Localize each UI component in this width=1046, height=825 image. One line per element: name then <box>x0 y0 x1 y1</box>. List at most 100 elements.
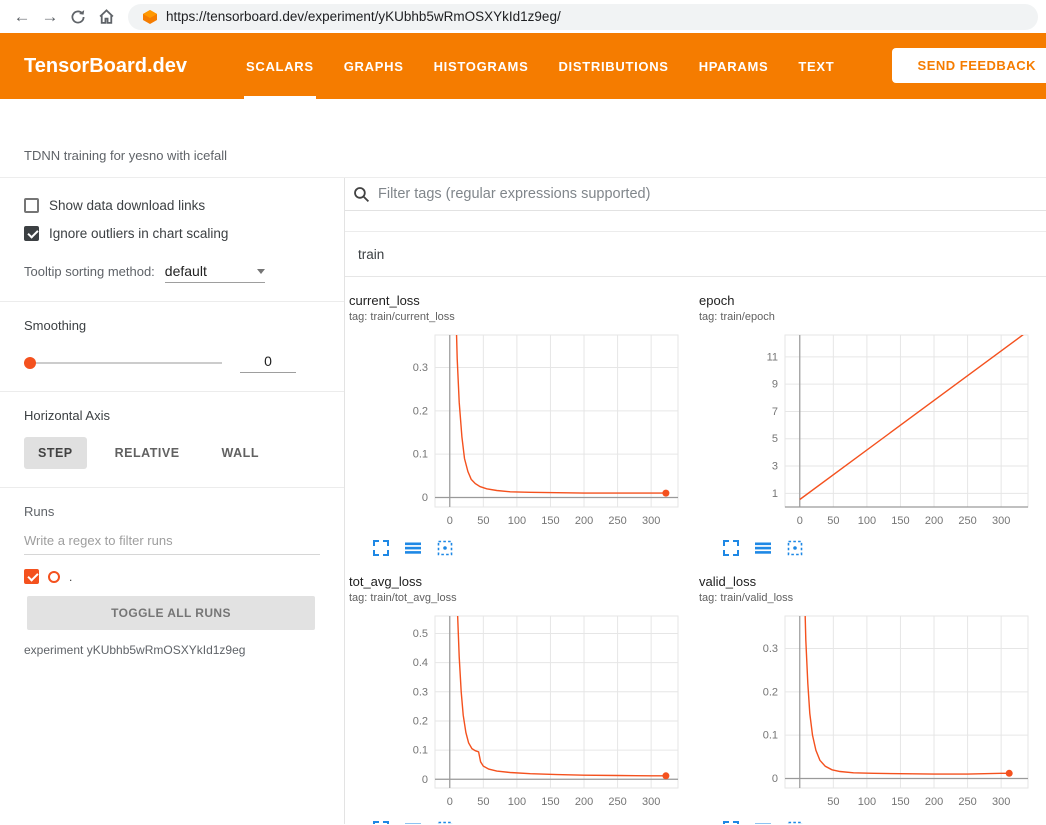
svg-text:100: 100 <box>858 515 876 527</box>
chart-tag: tag: train/current_loss <box>345 308 695 323</box>
search-icon <box>353 186 370 203</box>
svg-text:50: 50 <box>827 796 839 808</box>
svg-text:250: 250 <box>608 796 626 808</box>
tab-hparams[interactable]: HPARAMS <box>684 33 784 99</box>
tab-histograms[interactable]: HISTOGRAMS <box>419 33 544 99</box>
svg-text:0.3: 0.3 <box>413 686 428 698</box>
axis-relative-button[interactable]: RELATIVE <box>101 437 194 469</box>
main-panel: train current_loss tag: train/current_lo… <box>345 178 1046 824</box>
svg-text:300: 300 <box>992 515 1010 527</box>
chart-card-current-loss: current_loss tag: train/current_loss 00.… <box>345 277 695 558</box>
runs-table-icon[interactable] <box>405 540 421 556</box>
tooltip-sorting-value: default <box>165 263 207 279</box>
chart-tag: tag: train/epoch <box>695 308 1045 323</box>
tab-graphs[interactable]: GRAPHS <box>329 33 419 99</box>
svg-text:100: 100 <box>508 515 526 527</box>
line-chart-plot[interactable]: 00.10.20.30.40.5050100150200250300 <box>389 608 695 819</box>
train-group-header[interactable]: train <box>345 232 1046 277</box>
axis-wall-button[interactable]: WALL <box>208 437 273 469</box>
run-row: . <box>24 569 320 584</box>
run-checkbox[interactable] <box>24 569 39 584</box>
tooltip-sorting-select[interactable]: default <box>165 263 265 283</box>
divider <box>0 487 344 488</box>
line-chart-plot[interactable]: 00.10.20.3050100150200250300 <box>389 327 695 538</box>
forward-button[interactable]: → <box>36 3 64 31</box>
svg-text:100: 100 <box>858 796 876 808</box>
runs-table-icon[interactable] <box>405 821 421 824</box>
send-feedback-button[interactable]: SEND FEEDBACK <box>892 48 1046 83</box>
svg-text:0: 0 <box>422 492 428 504</box>
address-bar[interactable]: https://tensorboard.dev/experiment/yKUbh… <box>128 4 1038 30</box>
url-text: https://tensorboard.dev/experiment/yKUbh… <box>166 9 561 24</box>
chart-title: epoch <box>695 277 1045 308</box>
run-color-swatch <box>48 571 60 583</box>
chart-toolbar <box>723 540 1045 556</box>
svg-text:50: 50 <box>827 515 839 527</box>
fit-domain-icon[interactable] <box>787 821 803 824</box>
svg-text:0.1: 0.1 <box>413 449 428 461</box>
expand-chart-icon[interactable] <box>723 540 739 556</box>
runs-filter-input[interactable] <box>24 529 320 555</box>
svg-text:5: 5 <box>772 433 778 445</box>
reload-button[interactable] <box>64 3 92 31</box>
horizontal-axis-buttons: STEP RELATIVE WALL <box>24 437 320 469</box>
runs-table-icon[interactable] <box>755 821 771 824</box>
expand-chart-icon[interactable] <box>723 821 739 824</box>
smoothing-row: 0 <box>24 353 320 373</box>
svg-text:0: 0 <box>447 515 453 527</box>
home-button[interactable] <box>92 3 120 31</box>
nav-tabs: SCALARS GRAPHS HISTOGRAMS DISTRIBUTIONS … <box>231 33 849 99</box>
fit-domain-icon[interactable] <box>437 540 453 556</box>
svg-text:0.5: 0.5 <box>413 628 428 640</box>
ignore-outliers-checkbox[interactable] <box>24 226 39 241</box>
axis-step-button[interactable]: STEP <box>24 437 87 469</box>
tab-distributions[interactable]: DISTRIBUTIONS <box>543 33 683 99</box>
svg-text:150: 150 <box>891 796 909 808</box>
svg-text:0.1: 0.1 <box>413 745 428 757</box>
expand-chart-icon[interactable] <box>373 821 389 824</box>
show-download-checkbox[interactable] <box>24 198 39 213</box>
svg-text:50: 50 <box>477 515 489 527</box>
tag-filter-input[interactable] <box>378 186 1046 202</box>
runs-table-icon[interactable] <box>755 540 771 556</box>
tab-text[interactable]: TEXT <box>783 33 849 99</box>
fit-domain-icon[interactable] <box>787 540 803 556</box>
chart-toolbar <box>723 821 1045 824</box>
tooltip-sorting-row: Tooltip sorting method: default <box>24 263 320 283</box>
back-button[interactable]: ← <box>8 3 36 31</box>
tab-scalars[interactable]: SCALARS <box>231 33 329 99</box>
svg-text:0: 0 <box>447 796 453 808</box>
experiment-title: TDNN training for yesno with icefall <box>24 148 227 163</box>
svg-text:11: 11 <box>767 351 778 363</box>
show-download-label: Show data download links <box>49 198 205 213</box>
chart-card-epoch: epoch tag: train/epoch 13579110501001502… <box>695 277 1045 558</box>
chart-toolbar <box>373 821 695 824</box>
svg-text:250: 250 <box>958 796 976 808</box>
svg-text:300: 300 <box>642 796 660 808</box>
slider-thumb[interactable] <box>24 357 36 369</box>
svg-text:0.2: 0.2 <box>413 405 428 417</box>
svg-text:150: 150 <box>541 796 559 808</box>
toggle-all-runs-button[interactable]: TOGGLE ALL RUNS <box>27 596 315 630</box>
settings-sidebar: Show data download links Ignore outliers… <box>0 178 345 824</box>
svg-text:50: 50 <box>477 796 489 808</box>
fit-domain-icon[interactable] <box>437 821 453 824</box>
svg-text:0.3: 0.3 <box>413 362 428 374</box>
chart-tag: tag: train/tot_avg_loss <box>345 589 695 604</box>
smoothing-slider[interactable] <box>24 356 222 370</box>
smoothing-value[interactable]: 0 <box>240 353 296 373</box>
svg-text:3: 3 <box>772 461 778 473</box>
reload-icon <box>70 9 86 25</box>
expand-chart-icon[interactable] <box>373 540 389 556</box>
content: Show data download links Ignore outliers… <box>0 178 1046 824</box>
line-chart-plot[interactable]: 00.10.20.350100150200250300 <box>739 608 1045 819</box>
app-header: TensorBoard.dev SCALARS GRAPHS HISTOGRAM… <box>0 33 1046 99</box>
tooltip-sorting-label: Tooltip sorting method: <box>24 264 155 279</box>
svg-text:0.4: 0.4 <box>413 657 428 669</box>
chart-title: tot_avg_loss <box>345 558 695 589</box>
tensorboard-favicon <box>142 9 158 25</box>
experiment-caption: experiment yKUbhb5wRmOSXYkId1z9eg <box>24 643 320 657</box>
line-chart-plot[interactable]: 1357911050100150200250300 <box>739 327 1045 538</box>
svg-text:9: 9 <box>772 379 778 391</box>
svg-text:200: 200 <box>925 796 943 808</box>
